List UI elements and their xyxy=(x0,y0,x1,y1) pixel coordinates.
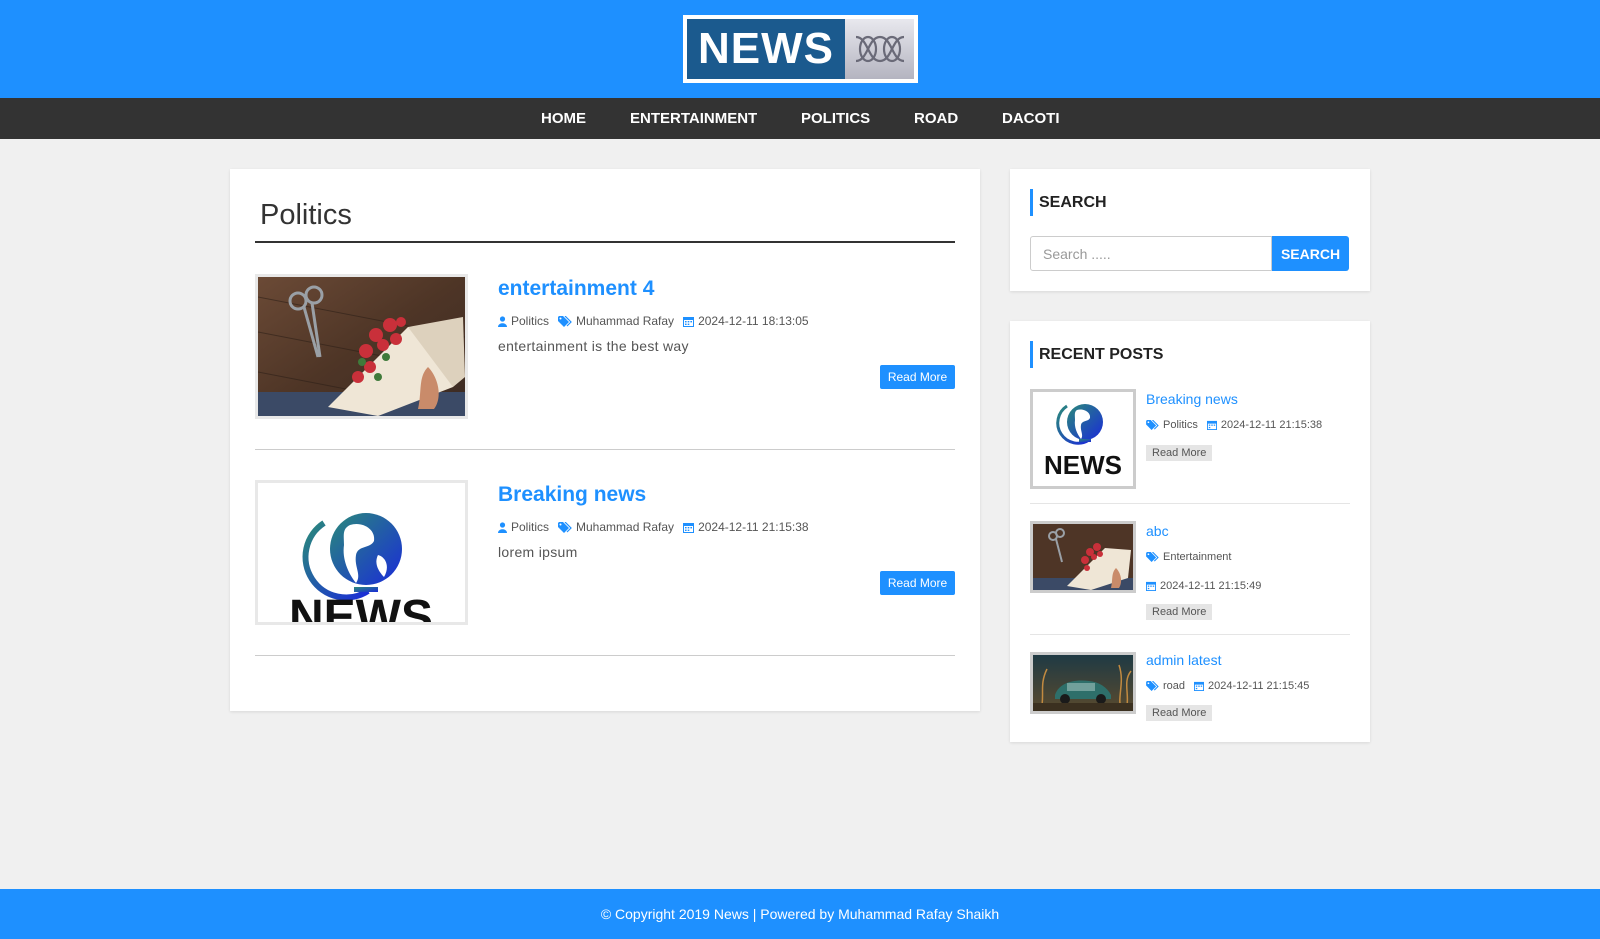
calendar-icon xyxy=(683,522,695,533)
page-title: Politics xyxy=(260,199,352,231)
recent-post-tag[interactable]: road xyxy=(1163,680,1185,692)
site-header: NEWS xyxy=(0,0,1600,98)
post-item: NEWS Breaking news Politics Muhammad Raf… xyxy=(255,480,955,656)
recent-read-more-button[interactable]: Read More xyxy=(1146,604,1213,620)
nav-dacoti[interactable]: DACOTI xyxy=(1002,98,1060,139)
search-heading: SEARCH xyxy=(1030,189,1107,216)
post-item: entertainment 4 Politics Muhammad Rafay … xyxy=(255,274,955,450)
search-input[interactable] xyxy=(1030,236,1272,271)
post-author: Muhammad Rafay xyxy=(576,314,675,328)
calendar-icon xyxy=(1146,581,1156,591)
post-divider xyxy=(255,655,955,656)
read-more-button[interactable]: Read More xyxy=(880,365,955,389)
title-divider xyxy=(255,241,955,243)
recent-posts-widget: RECENT POSTS NEWS Breaking news Politics… xyxy=(1010,321,1370,742)
recent-post-date: 2024-12-11 21:15:45 xyxy=(1208,680,1310,692)
post-excerpt: lorem ipsum xyxy=(498,544,578,560)
post-title[interactable]: entertainment 4 xyxy=(498,277,654,301)
nav-road[interactable]: ROAD xyxy=(914,98,958,139)
post-thumbnail-news-logo[interactable]: NEWS xyxy=(255,480,468,625)
calendar-icon xyxy=(1194,681,1205,691)
recent-posts-heading: RECENT POSTS xyxy=(1030,341,1163,368)
post-thumbnail-flowers[interactable] xyxy=(255,274,468,419)
post-category[interactable]: Politics xyxy=(511,314,549,328)
nav-home[interactable]: HOME xyxy=(541,98,586,139)
nav-politics[interactable]: POLITICS xyxy=(801,98,870,139)
post-excerpt: entertainment is the best way xyxy=(498,338,689,354)
svg-text:NEWS: NEWS xyxy=(1044,450,1122,480)
main-content: Politics entertainment 4 Politics Muhamm… xyxy=(230,169,980,711)
recent-post-title[interactable]: Breaking news xyxy=(1146,391,1238,407)
recent-post-meta: Politics 2024-12-11 21:15:38 xyxy=(1146,419,1331,431)
post-author: Muhammad Rafay xyxy=(576,520,675,534)
recent-post-date: 2024-12-11 21:15:38 xyxy=(1220,419,1323,431)
recent-read-more-button[interactable]: Read More xyxy=(1146,445,1213,461)
post-date: 2024-12-11 18:13:05 xyxy=(698,314,809,328)
post-date: 2024-12-11 21:15:38 xyxy=(698,520,809,534)
calendar-icon xyxy=(683,316,695,327)
post-meta: Politics Muhammad Rafay 2024-12-11 18:13… xyxy=(498,314,818,328)
post-divider xyxy=(255,449,955,450)
recent-post-date-row: 2024-12-11 21:15:49 xyxy=(1146,580,1270,592)
main-nav: HOME ENTERTAINMENT POLITICS ROAD DACOTI xyxy=(0,98,1600,139)
logo-wordmark: NEWS xyxy=(687,19,845,79)
recent-post-tag-row: Entertainment xyxy=(1146,551,1240,563)
calendar-icon xyxy=(1206,420,1217,430)
abc-lissajous-icon xyxy=(845,19,914,79)
recent-read-more-button[interactable]: Read More xyxy=(1146,705,1213,721)
search-widget: SEARCH SEARCH xyxy=(1010,169,1370,291)
recent-post-meta: road 2024-12-11 21:15:45 xyxy=(1146,680,1318,692)
recent-post-date: 2024-12-11 21:15:49 xyxy=(1160,580,1262,592)
post-title[interactable]: Breaking news xyxy=(498,483,646,507)
recent-post-title[interactable]: abc xyxy=(1146,523,1169,539)
post-category[interactable]: Politics xyxy=(511,520,549,534)
recent-post-divider xyxy=(1030,634,1350,635)
tags-icon xyxy=(1146,420,1159,430)
recent-post-thumbnail[interactable] xyxy=(1030,521,1136,593)
tags-icon xyxy=(558,521,572,533)
tags-icon xyxy=(1146,552,1159,562)
read-more-button[interactable]: Read More xyxy=(880,571,955,595)
search-button[interactable]: SEARCH xyxy=(1272,236,1349,271)
recent-post-divider xyxy=(1030,503,1350,504)
recent-post-title[interactable]: admin latest xyxy=(1146,652,1221,668)
user-icon xyxy=(498,315,507,327)
site-footer: © Copyright 2019 News | Powered by Muham… xyxy=(0,889,1600,939)
recent-post-tag[interactable]: Entertainment xyxy=(1163,551,1231,563)
post-meta: Politics Muhammad Rafay 2024-12-11 21:15… xyxy=(498,520,818,534)
svg-text:NEWS: NEWS xyxy=(289,591,433,622)
recent-post-thumbnail[interactable]: NEWS xyxy=(1030,389,1136,489)
site-logo[interactable]: NEWS xyxy=(683,15,918,83)
user-icon xyxy=(498,521,507,533)
copyright-text: © Copyright 2019 News | Powered by Muham… xyxy=(600,906,1000,922)
tags-icon xyxy=(1146,681,1159,691)
tags-icon xyxy=(558,315,572,327)
recent-post-thumbnail[interactable] xyxy=(1030,652,1136,714)
recent-post-tag[interactable]: Politics xyxy=(1163,419,1198,431)
nav-entertainment[interactable]: ENTERTAINMENT xyxy=(630,98,757,139)
